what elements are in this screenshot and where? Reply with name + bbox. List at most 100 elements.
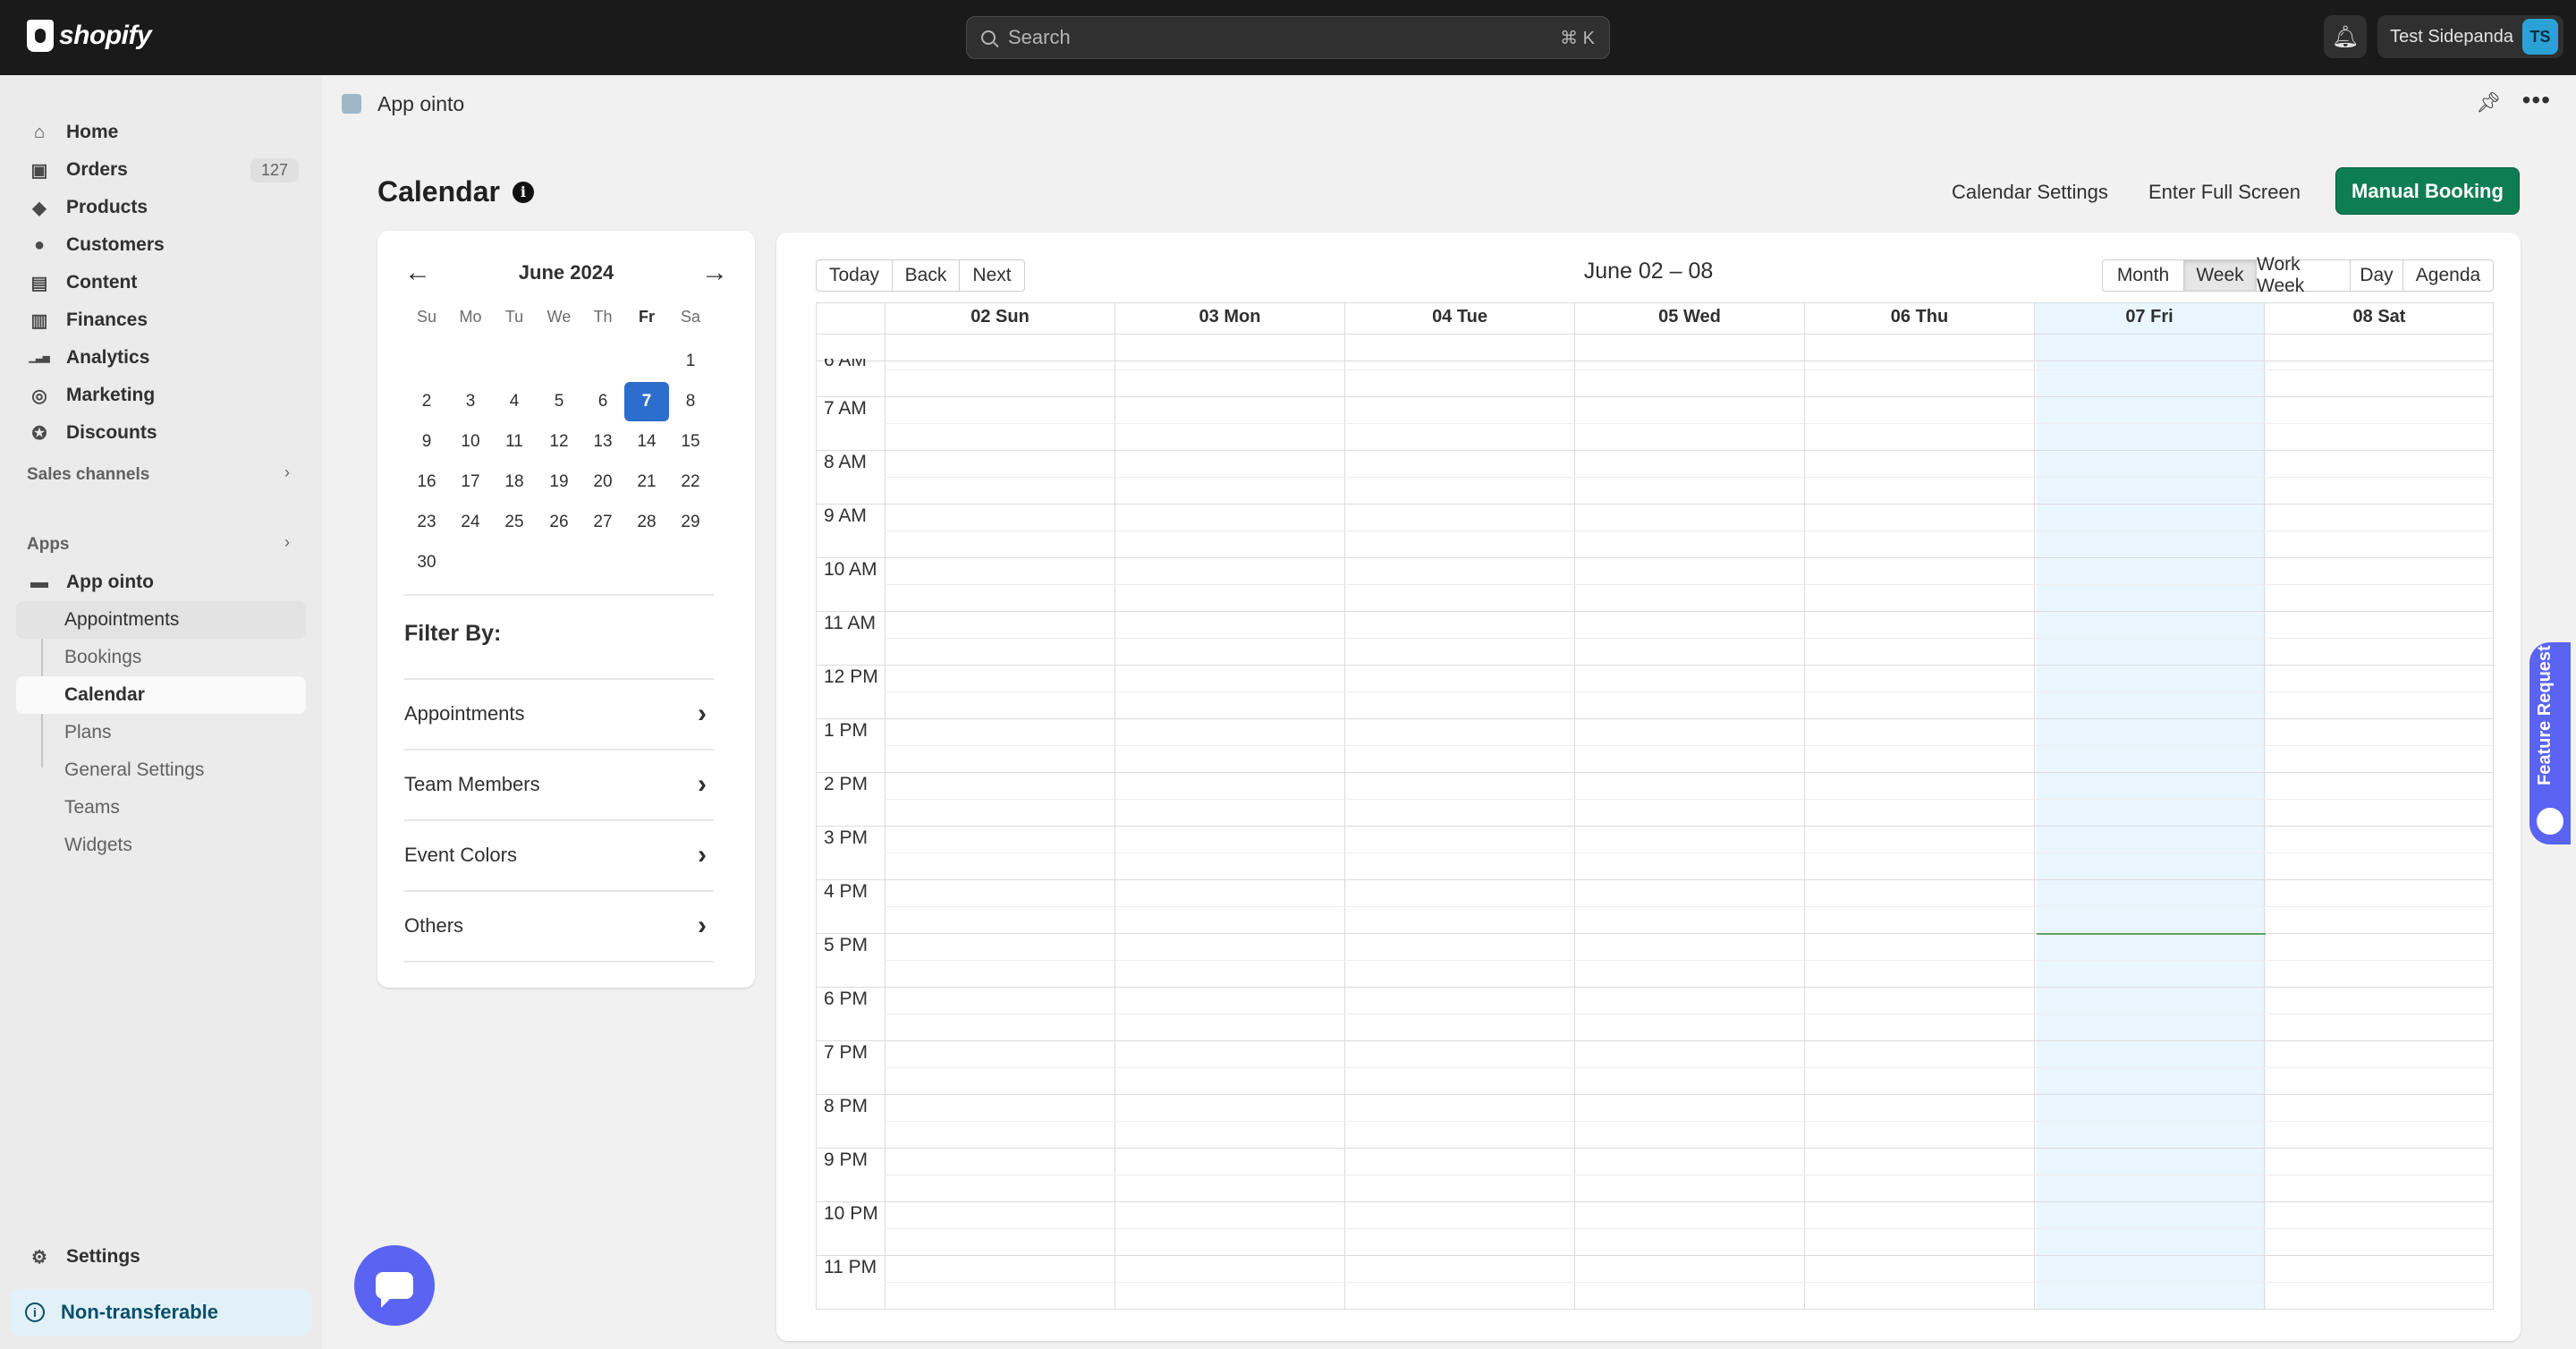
full-screen-button[interactable]: Enter Full Screen xyxy=(2148,170,2301,215)
mini-calendar-day[interactable]: 20 xyxy=(580,462,625,502)
sidebar-item-orders[interactable]: ▣ Orders 127 xyxy=(16,151,306,189)
day-header[interactable]: 04 Tue xyxy=(1344,303,1574,361)
sidebar-subitem-bookings[interactable]: Bookings xyxy=(16,639,306,676)
mini-calendar-day[interactable]: 27 xyxy=(580,503,625,542)
view-agenda-button[interactable]: Agenda xyxy=(2402,259,2494,292)
mini-calendar-day[interactable]: 6 xyxy=(580,382,625,421)
day-header[interactable]: 03 Mon xyxy=(1114,303,1344,361)
more-options-icon[interactable]: ••• xyxy=(2522,86,2551,115)
chevron-right-icon: › xyxy=(698,769,707,799)
hour-divider xyxy=(817,826,2493,827)
sidebar-subitem-general-settings[interactable]: General Settings xyxy=(16,751,306,789)
sidebar-subitem-calendar[interactable]: Calendar xyxy=(16,676,306,714)
week-grid[interactable]: 02 Sun 03 Mon 04 Tue 05 Wed 06 Thu 07 Fri 08 S… xyxy=(816,302,2494,1310)
arrow-right-icon[interactable]: → xyxy=(701,258,728,288)
sidebar-item-products[interactable]: ◆ Products xyxy=(16,189,306,226)
sidebar-item-marketing[interactable]: ◎ Marketing xyxy=(16,377,306,414)
non-transferable-badge[interactable]: i Non-transferable xyxy=(11,1289,311,1336)
mini-calendar-day[interactable]: 19 xyxy=(537,462,581,502)
mini-calendar-day[interactable]: 9 xyxy=(404,422,449,462)
sidebar-subitem-plans[interactable]: Plans xyxy=(16,714,306,751)
day-header[interactable]: 05 Wed xyxy=(1574,303,1804,361)
day-header[interactable]: 07 Fri xyxy=(2034,303,2264,361)
filter-event-colors[interactable]: Event Colors › xyxy=(404,820,714,890)
sidebar-item-settings[interactable]: ⚙ Settings xyxy=(16,1238,306,1276)
calendar-card: Today Back Next June 02 – 08 Month Week Work… xyxy=(776,233,2521,1341)
mini-calendar-day[interactable]: 25 xyxy=(492,503,537,542)
sidebar-item-label: Content xyxy=(66,272,138,293)
filter-others[interactable]: Others › xyxy=(404,891,714,961)
sidebar-item-label: Home xyxy=(66,122,119,142)
mini-calendar-day[interactable]: 1 xyxy=(668,342,713,381)
mini-calendar-day[interactable]: 26 xyxy=(537,503,581,542)
mini-calendar-day[interactable]: 11 xyxy=(492,422,537,462)
sidebar-item-home[interactable]: ⌂ Home xyxy=(16,114,306,151)
mini-calendar-day[interactable]: 5 xyxy=(537,382,581,421)
chevron-right-icon[interactable]: › xyxy=(284,463,290,482)
notifications-button[interactable]: 🔔︎ xyxy=(2324,15,2367,58)
mini-calendar-day[interactable]: 18 xyxy=(492,462,537,502)
mini-calendar-day[interactable]: 21 xyxy=(624,462,669,502)
mini-calendar-day[interactable]: 8 xyxy=(668,382,713,421)
day-header[interactable]: 02 Sun xyxy=(885,303,1114,361)
mini-calendar-day[interactable]: 7 xyxy=(624,382,669,421)
manual-booking-button[interactable]: Manual Booking xyxy=(2335,167,2520,215)
mini-calendar-day[interactable]: 17 xyxy=(448,462,493,502)
half-hour-divider xyxy=(885,1228,2493,1229)
mini-calendar-day[interactable]: 12 xyxy=(537,422,581,462)
pin-icon[interactable]: 📌︎ xyxy=(2476,91,2501,115)
mini-calendar-day[interactable]: 4 xyxy=(492,382,537,421)
filter-appointments[interactable]: Appointments › xyxy=(404,679,714,749)
sidebar-item-customers[interactable]: ● Customers xyxy=(16,226,306,264)
mini-calendar-day[interactable]: 24 xyxy=(448,503,493,542)
sidebar-subitem-teams[interactable]: Teams xyxy=(16,789,306,827)
search-input[interactable]: Search ⌘ K xyxy=(966,16,1610,59)
filter-label: Others xyxy=(404,914,464,937)
sidebar-item-finances[interactable]: ▥ Finances xyxy=(16,301,306,339)
mini-calendar-day[interactable]: 16 xyxy=(404,462,449,502)
mini-calendar-day[interactable]: 23 xyxy=(404,503,449,542)
info-icon[interactable]: i xyxy=(512,181,534,203)
chevron-right-icon[interactable]: › xyxy=(284,533,290,552)
sidebar-item-discounts[interactable]: ✪ Discounts xyxy=(16,414,306,452)
sidebar-item-analytics[interactable]: ▁▃▅ Analytics xyxy=(16,339,306,377)
view-work-week-button[interactable]: Work Week xyxy=(2256,254,2351,296)
feature-request-label: Feature Request xyxy=(2535,645,2555,785)
filter-team-members[interactable]: Team Members › xyxy=(404,750,714,819)
feature-request-tab[interactable]: Feature Request xyxy=(2529,642,2571,844)
mini-calendar-day[interactable]: 28 xyxy=(624,503,669,542)
hour-divider xyxy=(817,1148,2493,1149)
sidebar-item-app-ointo[interactable]: ▬ App ointo xyxy=(16,564,306,601)
chat-launcher-button[interactable] xyxy=(354,1245,435,1326)
mini-calendar-day[interactable]: 13 xyxy=(580,422,625,462)
half-hour-divider xyxy=(885,906,2493,907)
calendar-settings-button[interactable]: Calendar Settings xyxy=(1952,170,2108,215)
mini-calendar-day[interactable]: 29 xyxy=(668,503,713,542)
mini-calendar-day[interactable]: 14 xyxy=(624,422,669,462)
view-day-button[interactable]: Day xyxy=(2350,259,2403,292)
mini-calendar-day[interactable]: 15 xyxy=(668,422,713,462)
sidebar: ⌂ Home ▣ Orders 127 ◆ Products ● Customers ▤ Conte… xyxy=(0,75,322,1349)
shopify-logo[interactable]: shopify xyxy=(27,20,152,52)
time-label: 9 AM xyxy=(824,505,867,526)
sales-channels-label[interactable]: Sales channels xyxy=(27,465,149,485)
view-week-button[interactable]: Week xyxy=(2183,259,2257,292)
sidebar-subitem-appointments[interactable]: Appointments xyxy=(16,601,306,639)
chevron-right-icon: › xyxy=(698,911,707,940)
sidebar-item-content[interactable]: ▤ Content xyxy=(16,264,306,301)
user-menu-button[interactable]: Test Sidepanda TS xyxy=(2377,15,2563,58)
view-month-button[interactable]: Month xyxy=(2102,259,2184,292)
mini-calendar-day[interactable]: 30 xyxy=(404,543,449,582)
mini-calendar-day[interactable]: 10 xyxy=(448,422,493,462)
mini-calendar-day[interactable]: 3 xyxy=(448,382,493,421)
day-header[interactable]: 06 Thu xyxy=(1804,303,2034,361)
day-header[interactable]: 08 Sat xyxy=(2264,303,2493,361)
mini-calendar-day[interactable]: 22 xyxy=(668,462,713,502)
mini-calendar-day[interactable]: 2 xyxy=(404,382,449,421)
sidebar-item-label: Customers xyxy=(66,234,165,255)
apps-label[interactable]: Apps xyxy=(27,535,70,555)
bell-icon: 🔔︎ xyxy=(2331,24,2360,49)
half-hour-divider xyxy=(885,691,2493,692)
sidebar-subitem-widgets[interactable]: Widgets xyxy=(16,827,306,864)
hour-divider xyxy=(817,611,2493,612)
